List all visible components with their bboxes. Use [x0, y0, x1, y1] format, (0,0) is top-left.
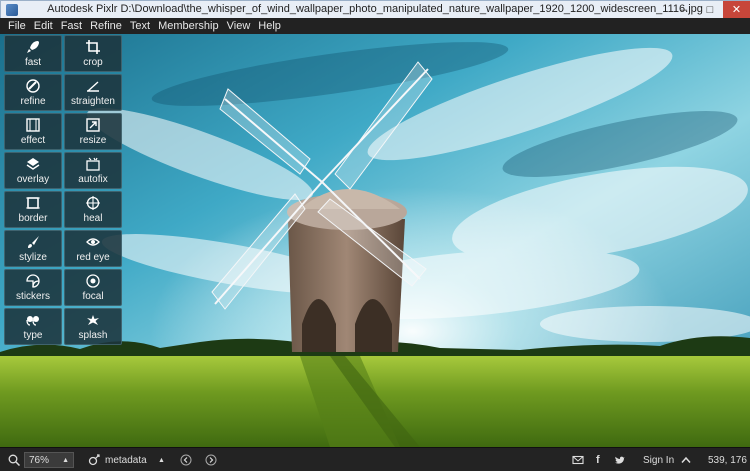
- menu-refine[interactable]: Refine: [90, 18, 122, 34]
- tool-refine[interactable]: refine: [4, 74, 62, 111]
- cursor-coordinates: 539, 176: [708, 454, 747, 466]
- tool-stickers[interactable]: stickers: [4, 269, 62, 306]
- zoom-search-icon[interactable]: [8, 448, 20, 471]
- sign-in-button[interactable]: Sign In: [643, 448, 674, 471]
- tool-autofix-label: autofix: [78, 174, 108, 185]
- tool-type-label: type: [23, 330, 43, 341]
- minimize-button[interactable]: –: [671, 1, 697, 18]
- tool-stylize[interactable]: stylize: [4, 230, 62, 267]
- eye-icon: [84, 234, 102, 250]
- zoom-select[interactable]: 76% ▲: [24, 452, 74, 468]
- tool-heal-label: heal: [83, 213, 103, 224]
- straighten-icon: [84, 78, 102, 94]
- tool-stylize-label: stylize: [19, 252, 47, 263]
- menu-bar: File Edit Fast Refine Text Membership Vi…: [0, 18, 750, 34]
- tool-red-eye-label: red eye: [76, 252, 110, 263]
- resize-icon: [84, 117, 102, 133]
- tool-splash[interactable]: splash: [64, 308, 122, 345]
- close-button[interactable]: ✕: [723, 1, 750, 18]
- crosshair-icon: [84, 195, 102, 211]
- tool-autofix[interactable]: autofix: [64, 152, 122, 189]
- tool-effect[interactable]: effect: [4, 113, 62, 150]
- tool-red-eye[interactable]: red eye: [64, 230, 122, 267]
- tool-resize[interactable]: resize: [64, 113, 122, 150]
- tool-overlay-label: overlay: [16, 174, 50, 185]
- twitter-icon[interactable]: [614, 448, 626, 471]
- border-icon: [24, 195, 42, 211]
- facebook-icon[interactable]: f: [596, 448, 600, 471]
- tool-resize-label: resize: [79, 135, 107, 146]
- tool-straighten-label: straighten: [71, 96, 115, 107]
- next-image-icon[interactable]: [205, 448, 217, 471]
- status-bar: 76% ▲ metadata ▲ f Sign In 539, 176: [0, 447, 750, 471]
- tool-border-label: border: [18, 213, 48, 224]
- metadata-button[interactable]: metadata: [105, 448, 147, 471]
- focal-icon: [84, 273, 102, 289]
- tool-panel: fast crop refine straighten effect resiz…: [4, 35, 122, 345]
- metadata-icon[interactable]: [88, 448, 100, 471]
- splash-icon: [84, 312, 102, 328]
- tool-heal[interactable]: heal: [64, 191, 122, 228]
- menu-text[interactable]: Text: [130, 18, 150, 34]
- menu-view[interactable]: View: [227, 18, 251, 34]
- menu-membership[interactable]: Membership: [158, 18, 219, 34]
- tool-overlay[interactable]: overlay: [4, 152, 62, 189]
- tool-effect-label: effect: [20, 135, 46, 146]
- tool-fast-label: fast: [24, 57, 42, 68]
- email-icon[interactable]: [572, 448, 584, 471]
- chevron-up-icon[interactable]: [681, 448, 691, 471]
- layers-icon: [24, 156, 42, 172]
- crop-icon: [84, 39, 102, 55]
- tool-stickers-label: stickers: [16, 291, 50, 302]
- tool-fast[interactable]: fast: [4, 35, 62, 72]
- menu-fast[interactable]: Fast: [61, 18, 82, 34]
- film-icon: [24, 117, 42, 133]
- previous-image-icon[interactable]: [180, 448, 192, 471]
- brush-icon: [24, 234, 42, 250]
- menu-help[interactable]: Help: [258, 18, 281, 34]
- zoom-dropdown-icon: ▲: [62, 456, 69, 464]
- metadata-expand-icon[interactable]: ▲: [158, 448, 165, 471]
- sticker-icon: [24, 273, 42, 289]
- tool-focal-label: focal: [82, 291, 104, 302]
- tool-straighten[interactable]: straighten: [64, 74, 122, 111]
- quote-icon: [24, 312, 42, 328]
- zoom-value: 76%: [29, 454, 50, 466]
- tool-focal[interactable]: focal: [64, 269, 122, 306]
- rocket-icon: [24, 39, 42, 55]
- tool-type[interactable]: type: [4, 308, 62, 345]
- tool-refine-label: refine: [20, 96, 46, 107]
- tool-splash-label: splash: [78, 330, 108, 341]
- menu-file[interactable]: File: [8, 18, 26, 34]
- title-bar: Autodesk Pixlr D:\Download\the_whisper_o…: [0, 0, 750, 18]
- refine-icon: [24, 78, 42, 94]
- maximize-button[interactable]: □: [697, 1, 723, 18]
- window-title: Autodesk Pixlr D:\Download\the_whisper_o…: [47, 3, 703, 15]
- autofix-icon: [84, 156, 102, 172]
- tool-crop[interactable]: crop: [64, 35, 122, 72]
- tool-crop-label: crop: [83, 57, 103, 68]
- menu-edit[interactable]: Edit: [34, 18, 53, 34]
- tool-border[interactable]: border: [4, 191, 62, 228]
